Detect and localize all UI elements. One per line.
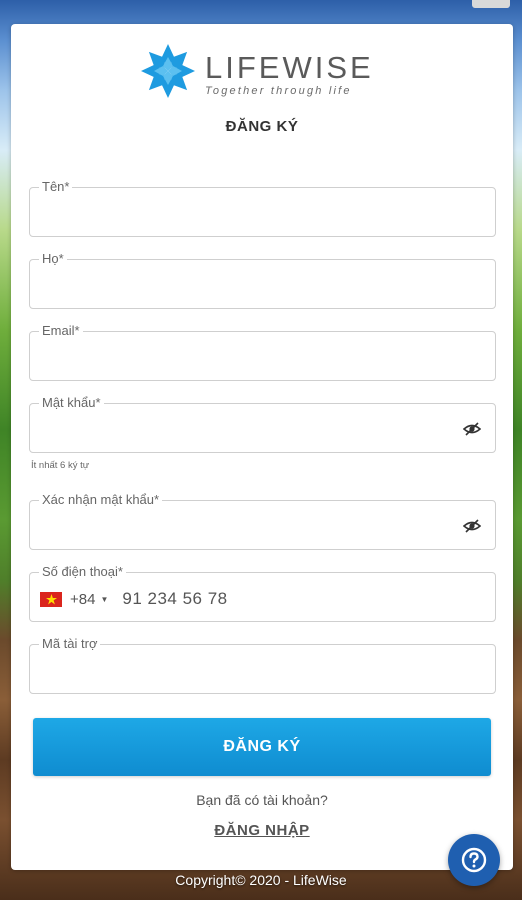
sponsor-code-field[interactable]: Mã tài trợ xyxy=(29,636,496,694)
question-circle-icon xyxy=(461,847,487,873)
email-label: Email* xyxy=(39,323,83,338)
email-field[interactable]: Email* xyxy=(29,323,496,381)
phone-field[interactable]: Số điện thoại* +84 ▼ 91 234 56 78 xyxy=(29,564,496,622)
chevron-down-icon[interactable]: ▼ xyxy=(100,595,108,604)
page-title: ĐĂNG KÝ xyxy=(225,118,299,135)
password-label: Mật khẩu* xyxy=(39,395,104,410)
first-name-field[interactable]: Tên* xyxy=(29,179,496,237)
eye-slash-icon[interactable] xyxy=(463,518,481,534)
login-link[interactable]: ĐĂNG NHẬP xyxy=(11,822,513,839)
eye-slash-icon[interactable] xyxy=(463,421,481,437)
copyright-text: Copyright© 2020 - LifeWise xyxy=(175,872,347,888)
password-field[interactable]: Mật khẩu* xyxy=(29,395,496,453)
sponsor-code-label: Mã tài trợ xyxy=(39,636,101,651)
phone-label: Số điện thoại* xyxy=(39,564,126,579)
help-button[interactable] xyxy=(448,834,500,886)
background-top-tab xyxy=(472,0,510,8)
confirm-password-label: Xác nhận mật khẩu* xyxy=(39,492,163,507)
first-name-label: Tên* xyxy=(39,179,73,194)
last-name-field[interactable]: Họ* xyxy=(29,251,496,309)
confirm-password-field[interactable]: Xác nhận mật khẩu* xyxy=(29,492,496,550)
lifewise-logo: LIFEWISE Together through life xyxy=(139,42,389,102)
have-account-text: Bạn đã có tài khoản? xyxy=(196,792,328,808)
vietnam-flag-icon[interactable] xyxy=(40,591,62,607)
brand-name: LIFEWISE xyxy=(205,50,374,85)
phone-input-row: +84 ▼ 91 234 56 78 xyxy=(40,589,228,609)
register-button[interactable]: ĐĂNG KÝ xyxy=(33,718,491,776)
dial-code[interactable]: +84 xyxy=(70,591,95,608)
password-hint: Ít nhất 6 ký tự xyxy=(31,460,90,471)
brand-tagline: Together through life xyxy=(205,85,352,97)
phone-input[interactable]: 91 234 56 78 xyxy=(122,589,227,609)
register-card: LIFEWISE Together through life ĐĂNG KÝ T… xyxy=(11,24,513,870)
last-name-label: Họ* xyxy=(39,251,67,266)
lifewise-flower-logo-icon xyxy=(141,44,195,98)
